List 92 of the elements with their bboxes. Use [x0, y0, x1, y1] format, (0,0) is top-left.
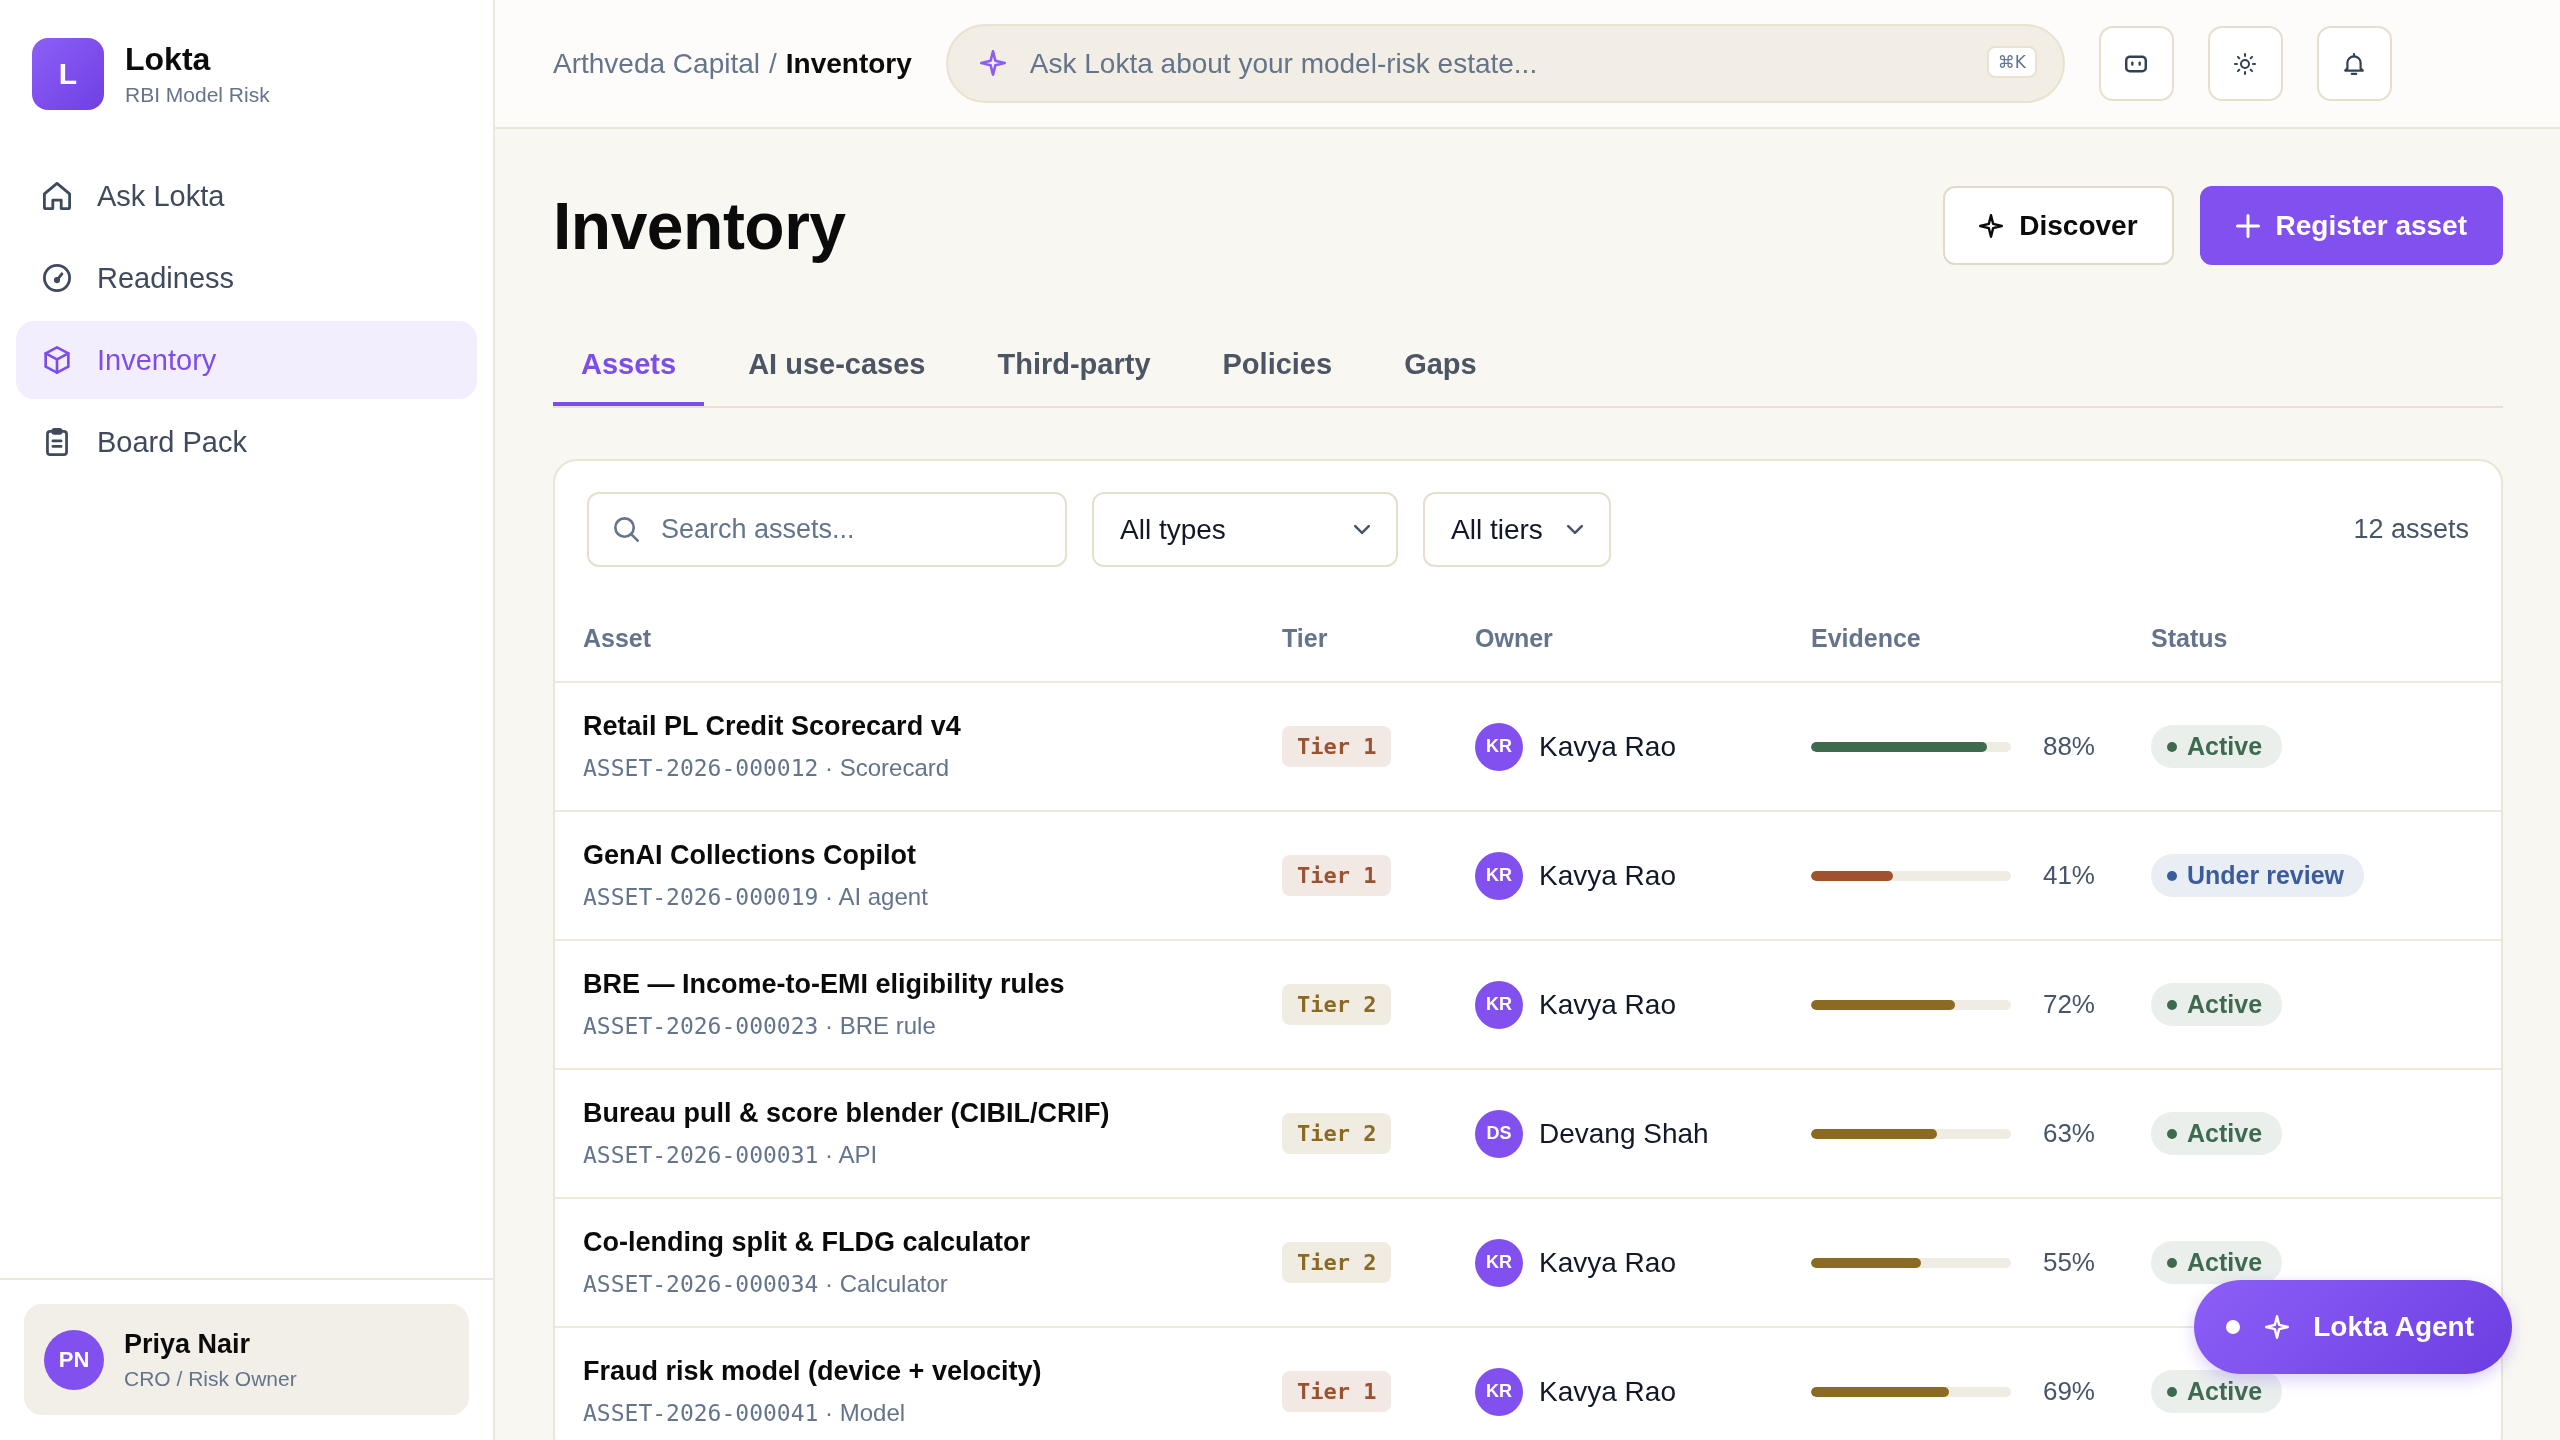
clipboard-icon — [43, 428, 71, 456]
filter-select[interactable]: All tiers — [1423, 492, 1611, 567]
nav-item[interactable]: Readiness — [16, 239, 477, 317]
tab[interactable]: Policies — [1194, 326, 1361, 406]
column-header: Owner — [1475, 623, 1554, 653]
user-avatar: PN — [44, 1329, 104, 1390]
search-icon — [614, 517, 639, 542]
asset-meta: ASSET-2026-000023 · BRE rule — [583, 1012, 937, 1040]
asset-name[interactable]: Bureau pull & score blender (CIBIL/CRIF) — [583, 1098, 1282, 1129]
sparkle-icon — [979, 50, 1006, 76]
owner-name: Kavya Rao — [1539, 730, 1676, 763]
asset-name[interactable]: GenAI Collections Copilot — [583, 840, 1282, 871]
page-title: Inventory — [553, 187, 846, 264]
nav-item[interactable]: Inventory — [16, 321, 477, 399]
register-asset-button[interactable]: Register asset — [2199, 186, 2503, 265]
tier-badge: Tier 2 — [1282, 1242, 1392, 1283]
robot-button[interactable] — [2098, 26, 2174, 101]
user-card[interactable]: PN Priya Nair CRO / Risk Owner — [24, 1304, 469, 1415]
home-icon — [43, 182, 71, 210]
tier-badge: Tier 1 — [1282, 1371, 1392, 1412]
cube-icon — [43, 346, 71, 374]
status-label: Active — [2187, 990, 2263, 1019]
discover-button[interactable]: Discover — [1943, 186, 2174, 265]
asset-name[interactable]: Fraud risk model (device + velocity) — [583, 1356, 1282, 1387]
asset-meta: ASSET-2026-000019 · AI agent — [583, 883, 929, 911]
evidence-percent: 72% — [2041, 989, 2095, 1020]
tab[interactable]: Third-party — [969, 326, 1179, 406]
evidence-percent: 41% — [2041, 860, 2095, 891]
breadcrumb-separator: / — [769, 47, 777, 80]
owner-avatar: KR — [1475, 722, 1523, 771]
column-header: Asset — [583, 623, 653, 653]
owner-name: Kavya Rao — [1539, 859, 1676, 892]
notifications-button[interactable] — [2316, 26, 2392, 101]
owner-name: Kavya Rao — [1539, 988, 1676, 1021]
brand-subtitle: RBI Model Risk — [125, 82, 270, 107]
tab[interactable]: Gaps — [1376, 326, 1505, 406]
owner-avatar: KR — [1475, 1367, 1523, 1416]
asset-name[interactable]: Co-lending split & FLDG calculator — [583, 1227, 1282, 1258]
column-header: Status — [2151, 623, 2229, 653]
tier-badge: Tier 2 — [1282, 984, 1392, 1025]
asset-count: 12 assets — [2353, 514, 2469, 545]
column-header: Tier — [1282, 623, 1329, 653]
evidence-percent: 69% — [2041, 1376, 2095, 1407]
owner-name: Devang Shah — [1539, 1117, 1709, 1150]
owner-avatar: DS — [1475, 1109, 1523, 1158]
owner-avatar: KR — [1475, 1238, 1523, 1287]
user-role: CRO / Risk Owner — [124, 1366, 297, 1391]
shortcut-key: ⌘K — [1986, 46, 2037, 78]
asset-search-field[interactable]: Search assets... — [587, 492, 1067, 567]
sparkle-icon — [1979, 213, 2004, 238]
asset-meta: ASSET-2026-000034 · Calculator — [583, 1270, 949, 1298]
status-label: Active — [2187, 1377, 2263, 1406]
tier-badge: Tier 1 — [1282, 855, 1392, 896]
evidence-percent: 55% — [2041, 1247, 2095, 1278]
robot-icon — [2125, 52, 2148, 75]
column-header: Evidence — [1811, 623, 1922, 653]
asset-meta: ASSET-2026-000041 · Model — [583, 1399, 907, 1427]
asset-meta: ASSET-2026-000012 · Scorecard — [583, 754, 951, 782]
filter-select[interactable]: All types — [1092, 492, 1398, 567]
plus-icon — [2235, 213, 2260, 238]
chevron-down-icon — [1354, 525, 1370, 534]
owner-avatar: KR — [1475, 851, 1523, 900]
tab[interactable]: Assets — [553, 326, 705, 406]
sparkle-icon — [2265, 1315, 2290, 1339]
tab[interactable]: AI use-cases — [720, 326, 954, 406]
tier-badge: Tier 1 — [1282, 726, 1392, 767]
sun-icon — [2234, 52, 2257, 75]
owner-avatar: KR — [1475, 980, 1523, 1029]
bell-icon — [2343, 52, 2366, 75]
gauge-icon — [43, 264, 71, 292]
asset-name[interactable]: Retail PL Credit Scorecard v4 — [583, 711, 1282, 742]
status-label: Active — [2187, 732, 2263, 761]
evidence-percent: 63% — [2041, 1118, 2095, 1149]
status-label: Under review — [2187, 861, 2344, 890]
nav-item[interactable]: Board Pack — [16, 403, 477, 481]
status-label: Active — [2187, 1119, 2263, 1148]
status-label: Active — [2187, 1248, 2263, 1277]
owner-name: Kavya Rao — [1539, 1375, 1676, 1408]
asset-name[interactable]: BRE — Income-to-EMI eligibility rules — [583, 969, 1282, 1000]
breadcrumb-current: Inventory — [785, 47, 912, 80]
owner-name: Kavya Rao — [1539, 1246, 1676, 1279]
brand-name: Lokta — [125, 41, 212, 78]
asset-meta: ASSET-2026-000031 · API — [583, 1141, 879, 1169]
breadcrumb-link[interactable]: Arthveda Capital — [553, 47, 760, 80]
nav-item[interactable]: Ask Lokta — [16, 157, 477, 235]
user-name: Priya Nair — [124, 1328, 252, 1360]
app-logo: L — [32, 38, 104, 110]
tier-badge: Tier 2 — [1282, 1113, 1392, 1154]
evidence-percent: 88% — [2041, 731, 2095, 762]
dot-icon — [2226, 1320, 2241, 1334]
chevron-down-icon — [1566, 525, 1583, 534]
agent-button[interactable]: Lokta Agent — [2194, 1280, 2512, 1374]
